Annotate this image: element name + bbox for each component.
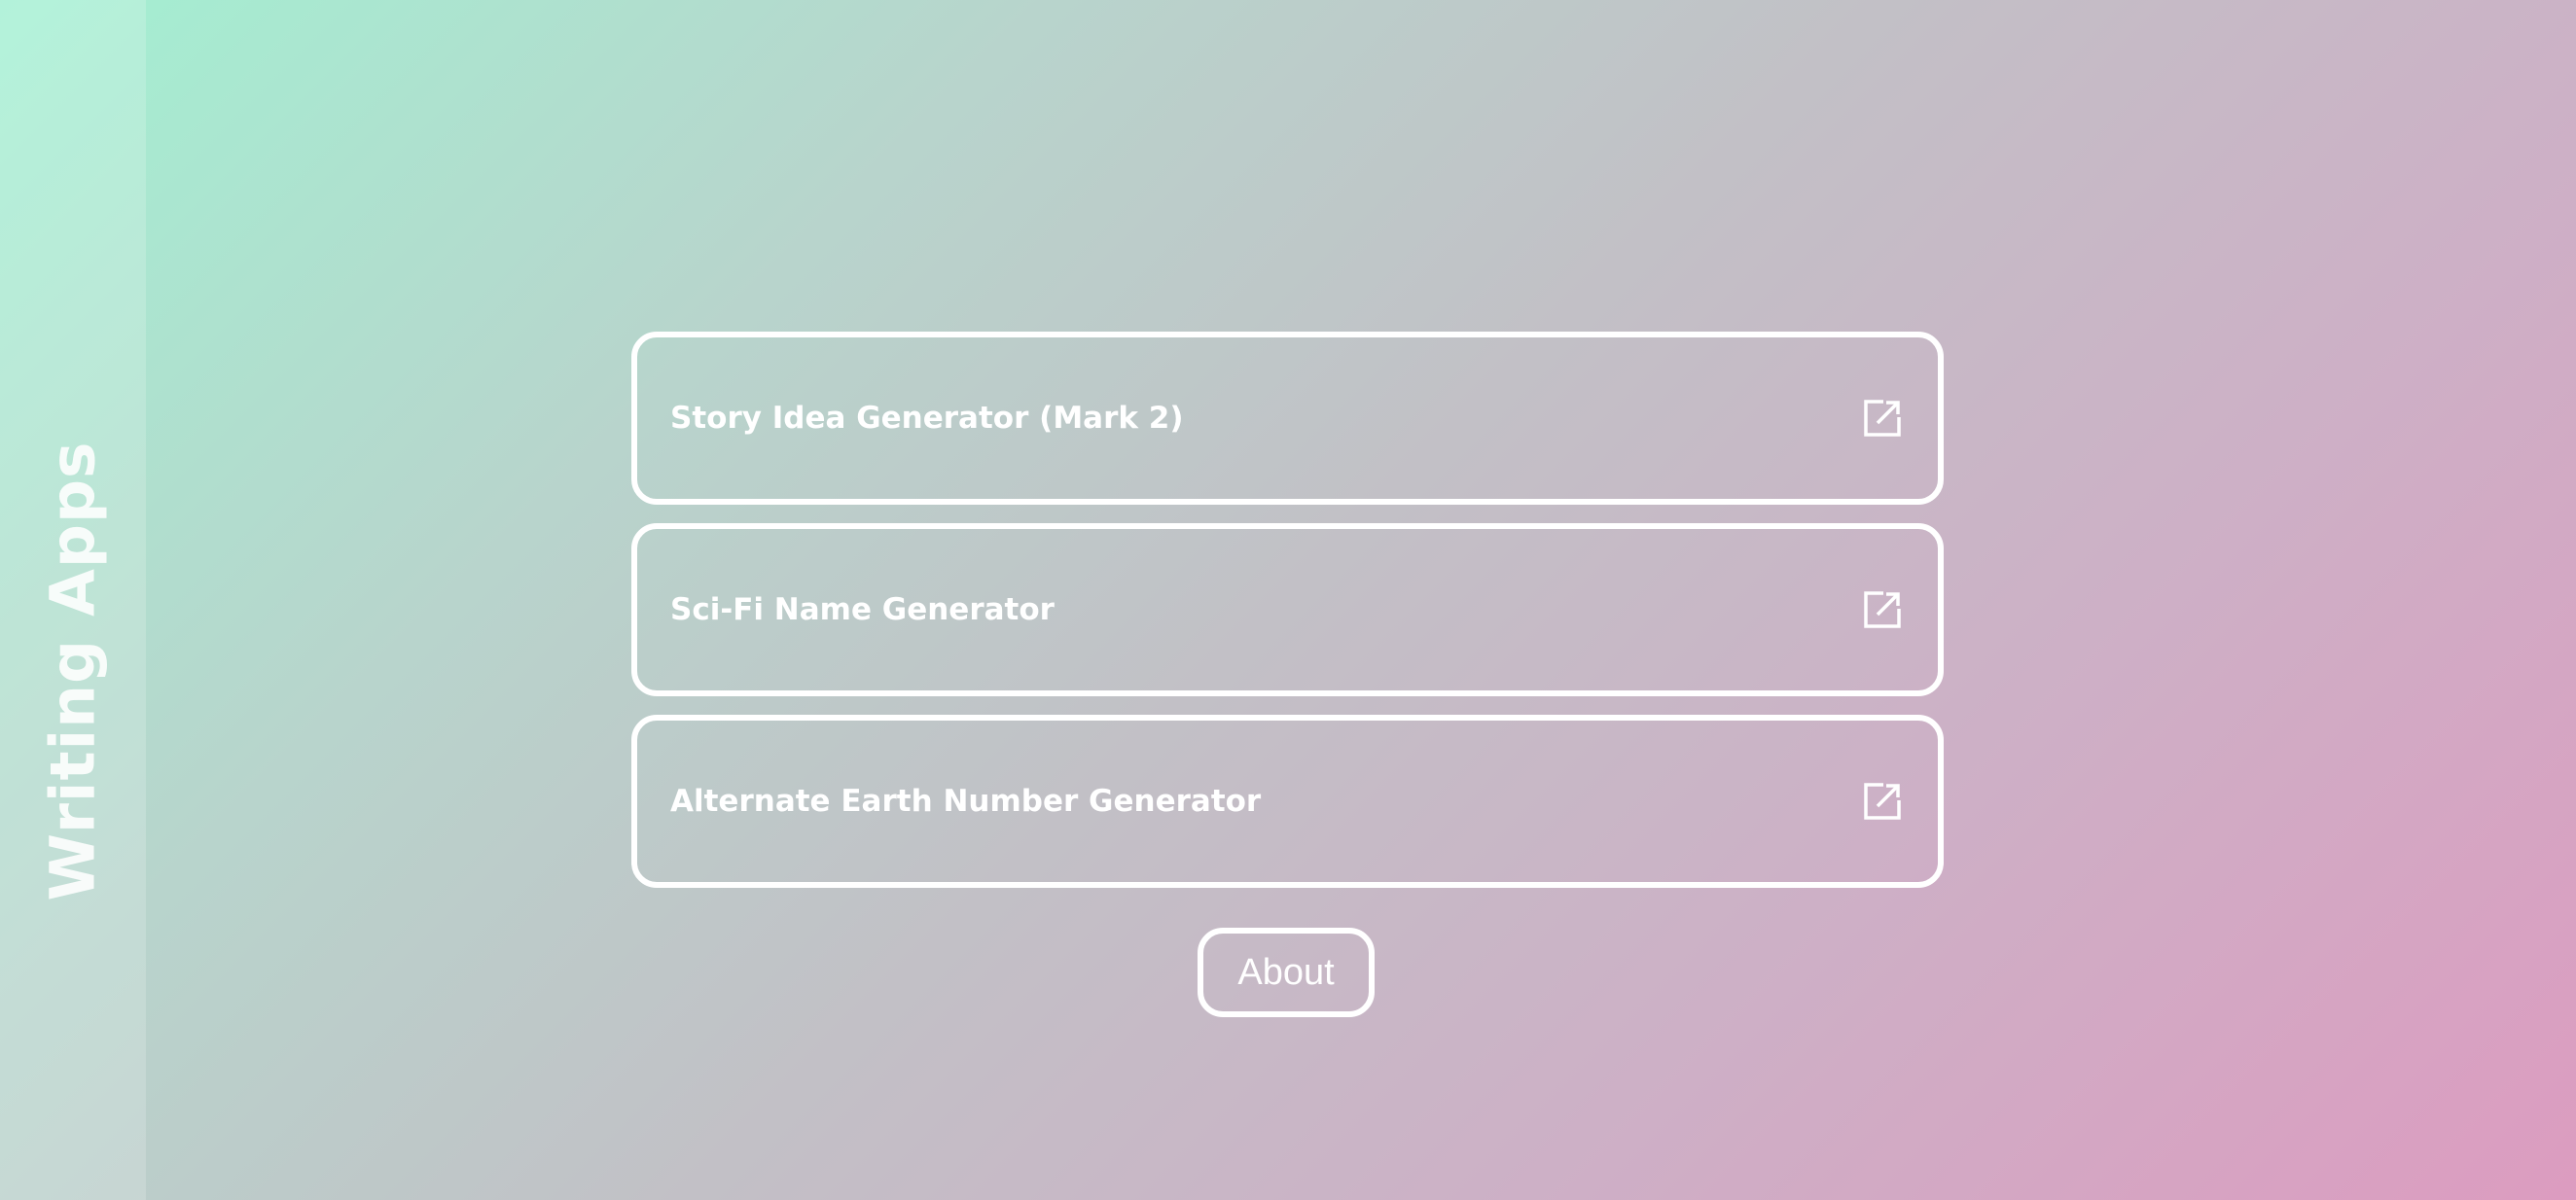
app-card-label: Sci-Fi Name Generator bbox=[670, 592, 1055, 627]
app-card-sci-fi-name-generator[interactable]: Sci-Fi Name Generator bbox=[631, 523, 1944, 696]
external-link-icon bbox=[1864, 591, 1901, 628]
app-card-story-idea-generator[interactable]: Story Idea Generator (Mark 2) bbox=[631, 332, 1944, 505]
about-button[interactable]: About bbox=[1198, 928, 1375, 1017]
app-card-label: Story Idea Generator (Mark 2) bbox=[670, 401, 1184, 436]
app-card-alternate-earth-number-generator[interactable]: Alternate Earth Number Generator bbox=[631, 715, 1944, 888]
sidebar-title: Writing Apps bbox=[37, 441, 109, 901]
app-card-label: Alternate Earth Number Generator bbox=[670, 784, 1262, 819]
external-link-icon bbox=[1864, 400, 1901, 437]
external-link-icon bbox=[1864, 783, 1901, 820]
app-list: Story Idea Generator (Mark 2) Sci-Fi Nam… bbox=[631, 332, 1944, 906]
sidebar: Writing Apps bbox=[0, 0, 146, 1200]
